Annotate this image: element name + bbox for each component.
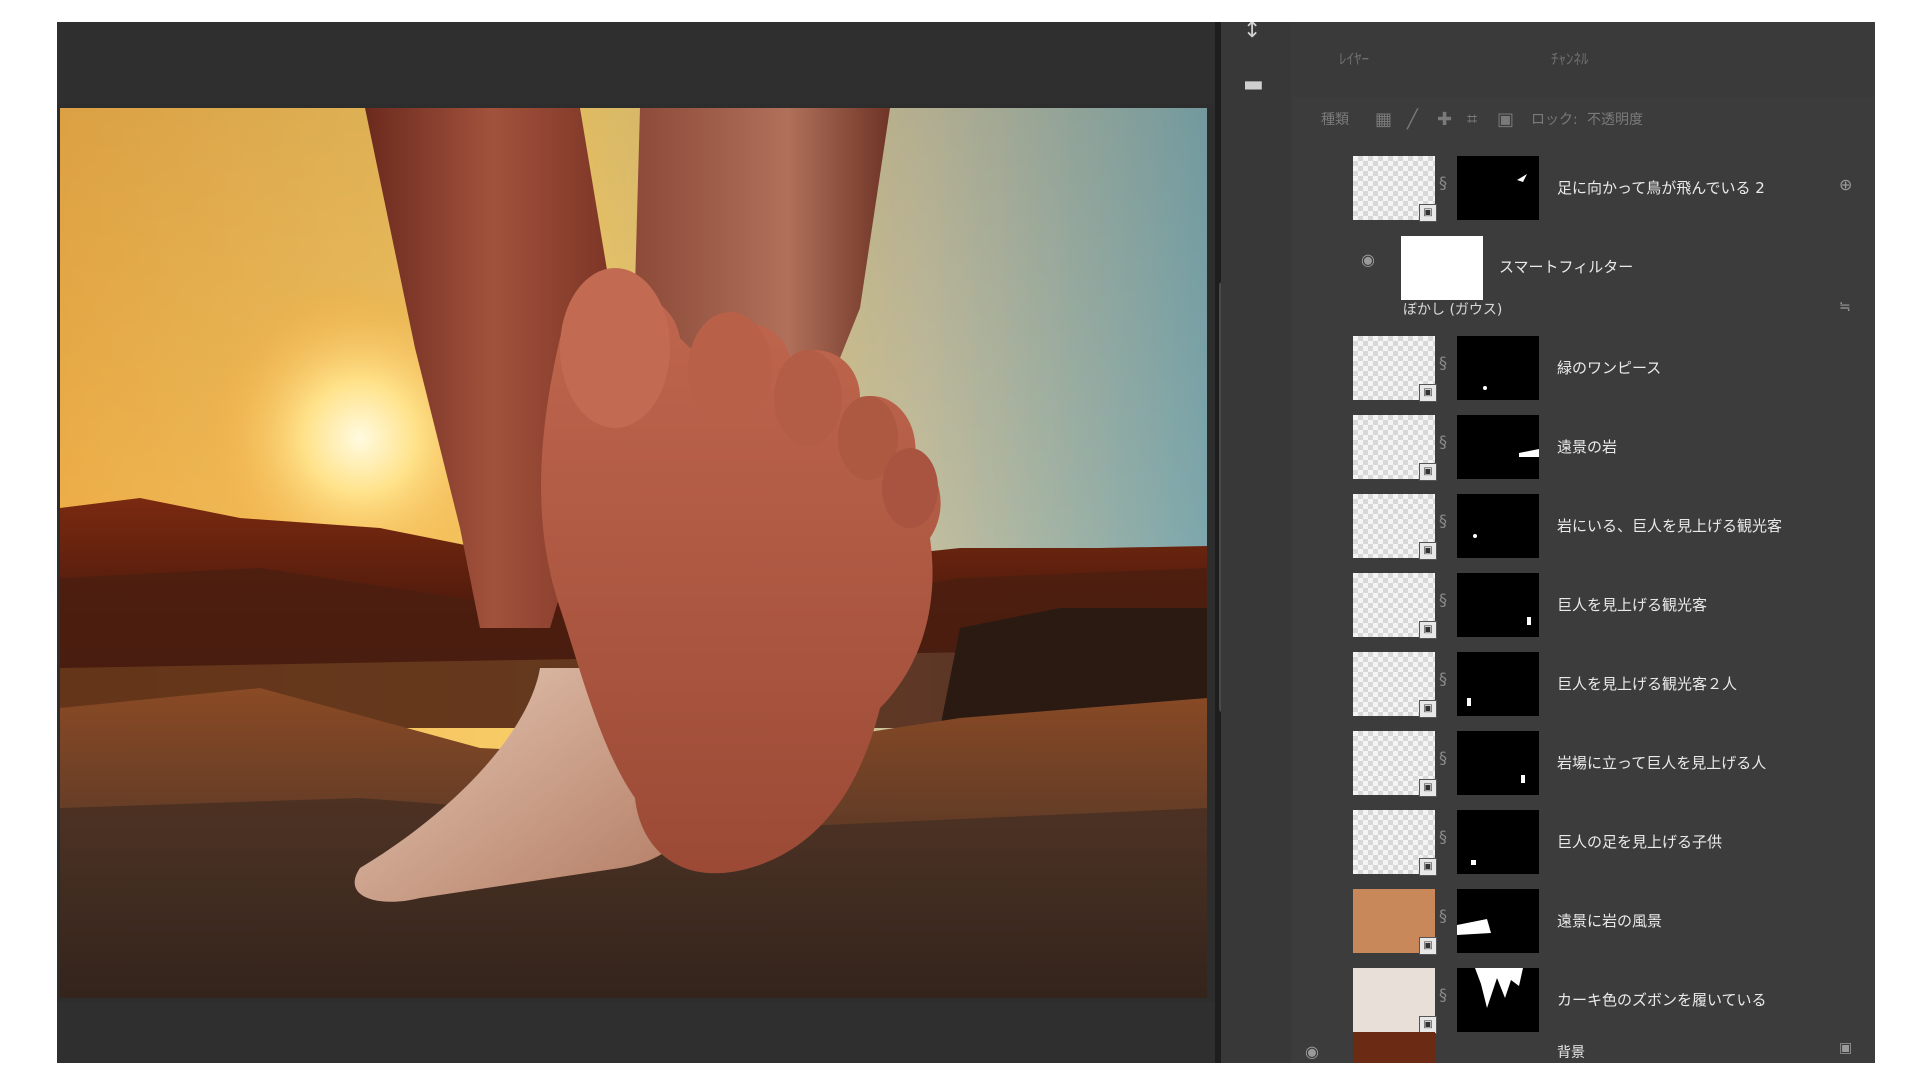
layer-mask-thumbnail[interactable] [1457,810,1539,874]
layer-row[interactable]: ▣ § 緑のワンピース [1291,329,1875,408]
tab-layers[interactable]: ﾚｲﾔｰ [1339,48,1369,69]
layer-thumbnail: ▣ [1353,731,1437,797]
layer-row[interactable]: ▣ § 遠景に岩の風景 [1291,882,1875,961]
layer-mask-thumbnail[interactable] [1457,652,1539,716]
filter-options-icon[interactable]: ≒ [1839,299,1851,315]
link-icon[interactable]: § [1439,985,1447,1004]
layers-panel: ﾚｲﾔｰ ﾁｬﾝﾈﾙ 種類 ▦ ╱ ✚ ⌗ ▣ ロック: 不透明度 ▣ § 足に… [1291,22,1875,1063]
brush-icon[interactable]: ╱ [1407,109,1418,130]
document-canvas-image[interactable] [60,108,1207,998]
move-icon[interactable]: ✚ [1437,109,1452,130]
link-icon[interactable]: § [1439,669,1447,688]
link-icon[interactable]: § [1439,353,1447,372]
layer-name[interactable]: 足に向かって鳥が飛んでいる 2 [1557,177,1765,198]
link-icon[interactable]: § [1439,748,1447,767]
smart-object-icon: ▣ [1419,384,1437,402]
smart-filter-label: スマートフィルター [1499,258,1634,276]
layer-mask-thumbnail[interactable] [1457,494,1539,558]
gaussian-blur-filter[interactable]: ぼかし (ガウス) [1403,299,1502,319]
smart-object-icon: ▣ [1419,858,1437,876]
background-layer-row[interactable]: ◉ 背景 ▣ [1291,1024,1875,1063]
canvas-area [57,22,1215,1063]
layer-name[interactable]: 背景 [1557,1042,1585,1062]
layer-name[interactable]: 岩場に立って巨人を見上げる人 [1557,752,1766,773]
history-icon[interactable]: ↕ [1243,22,1261,42]
visibility-eye-icon[interactable]: ◉ [1305,1042,1319,1061]
lock-icon[interactable]: ▣ [1497,109,1514,130]
smart-object-icon: ▣ [1419,542,1437,560]
link-icon[interactable]: § [1439,511,1447,530]
lock-transparent-icon[interactable]: ▦ [1375,109,1392,130]
link-icon[interactable]: § [1439,432,1447,451]
panel-icon-strip: ↕ ▬ [1221,22,1291,1063]
link-icon[interactable]: § [1439,827,1447,846]
tab-channels[interactable]: ﾁｬﾝﾈﾙ [1551,48,1589,69]
layer-name[interactable]: 緑のワンピース [1557,357,1661,378]
lock-icon[interactable]: ▣ [1839,1040,1852,1056]
layer-row[interactable]: ▣ § 遠景の岩 [1291,408,1875,487]
layer-mask-thumbnail[interactable] [1457,731,1539,795]
artboard-icon[interactable]: ⌗ [1467,109,1477,130]
layer-name[interactable]: カーキ色のズボンを履いている [1557,989,1767,1010]
canvas-top-margin [57,22,1215,104]
layer-row[interactable]: ▣ § 巨人を見上げる観光客２人 [1291,645,1875,724]
visibility-eye-icon[interactable]: ◉ [1361,250,1375,269]
photoshop-window: ↕ ▬ ﾚｲﾔｰ ﾁｬﾝﾈﾙ 種類 ▦ ╱ ✚ ⌗ ▣ ロック: 不透明度 ▣ … [57,22,1875,1063]
layer-name[interactable]: 岩にいる、巨人を見上げる観光客 [1557,515,1782,536]
layer-thumbnail: ▣ [1353,336,1437,402]
layer-thumbnail: ▣ [1353,652,1437,718]
layer-row[interactable]: ▣ § 岩にいる、巨人を見上げる観光客 [1291,487,1875,566]
layer-name[interactable]: 巨人を見上げる観光客２人 [1557,673,1737,694]
smart-object-icon: ▣ [1419,204,1437,222]
smart-object-icon: ▣ [1419,463,1437,481]
layer-effects-icon[interactable]: ⊕ [1839,175,1852,194]
link-icon[interactable]: § [1439,906,1447,925]
smart-filter-row[interactable]: ◉ スマートフィルター [1291,222,1875,302]
layer-mask-thumbnail[interactable] [1457,156,1539,220]
layer-mask-thumbnail[interactable] [1457,336,1539,400]
layer-thumbnail: ▣ [1353,810,1437,876]
smart-object-icon: ▣ [1419,937,1437,955]
smart-filter-mask-thumbnail[interactable] [1401,236,1483,300]
layer-thumbnail: ▣ [1353,156,1437,222]
layer-row[interactable]: ▣ § 足に向かって鳥が飛んでいる 2 ⊕ [1291,149,1875,228]
lock-label: ロック: [1531,112,1578,128]
layer-row[interactable]: ▣ § 巨人の足を見上げる子供 [1291,803,1875,882]
panel-tabs: ﾚｲﾔｰ ﾁｬﾝﾈﾙ [1291,22,1875,97]
layer-row[interactable]: ▣ § 巨人を見上げる観光客 [1291,566,1875,645]
link-icon[interactable]: § [1439,590,1447,609]
layers-toolbar: 種類 ▦ ╱ ✚ ⌗ ▣ ロック: 不透明度 [1291,97,1875,145]
layer-name[interactable]: 遠景の岩 [1557,436,1617,457]
opacity-label[interactable]: 不透明度 [1587,109,1643,129]
layer-mask-thumbnail[interactable] [1457,968,1539,1032]
layer-name[interactable]: 遠景に岩の風景 [1557,910,1662,931]
filter-item-row[interactable]: ぼかし (ガウス) ≒ [1291,299,1875,323]
layer-thumbnail: ▣ [1353,573,1437,639]
kind-filter-label[interactable]: 種類 [1321,109,1349,129]
smart-object-icon: ▣ [1419,621,1437,639]
layer-row[interactable]: ▣ § 岩場に立って巨人を見上げる人 [1291,724,1875,803]
smart-object-icon: ▣ [1419,779,1437,797]
smart-object-icon: ▣ [1419,700,1437,718]
layer-name[interactable]: 巨人の足を見上げる子供 [1557,831,1722,852]
link-icon[interactable]: § [1439,173,1447,192]
canvas-bottom-margin [57,1002,1215,1063]
layer-thumbnail: ▣ [1353,415,1437,481]
layer-mask-thumbnail[interactable] [1457,889,1539,953]
comment-icon[interactable]: ▬ [1243,74,1264,96]
layer-mask-thumbnail[interactable] [1457,573,1539,637]
layer-mask-thumbnail[interactable] [1457,415,1539,479]
layer-thumbnail: ▣ [1353,889,1437,955]
layer-thumbnail: ▣ [1353,968,1437,1034]
layer-thumbnail: ▣ [1353,494,1437,560]
layer-name[interactable]: 巨人を見上げる観光客 [1557,594,1707,615]
layer-thumbnail [1353,1032,1435,1063]
